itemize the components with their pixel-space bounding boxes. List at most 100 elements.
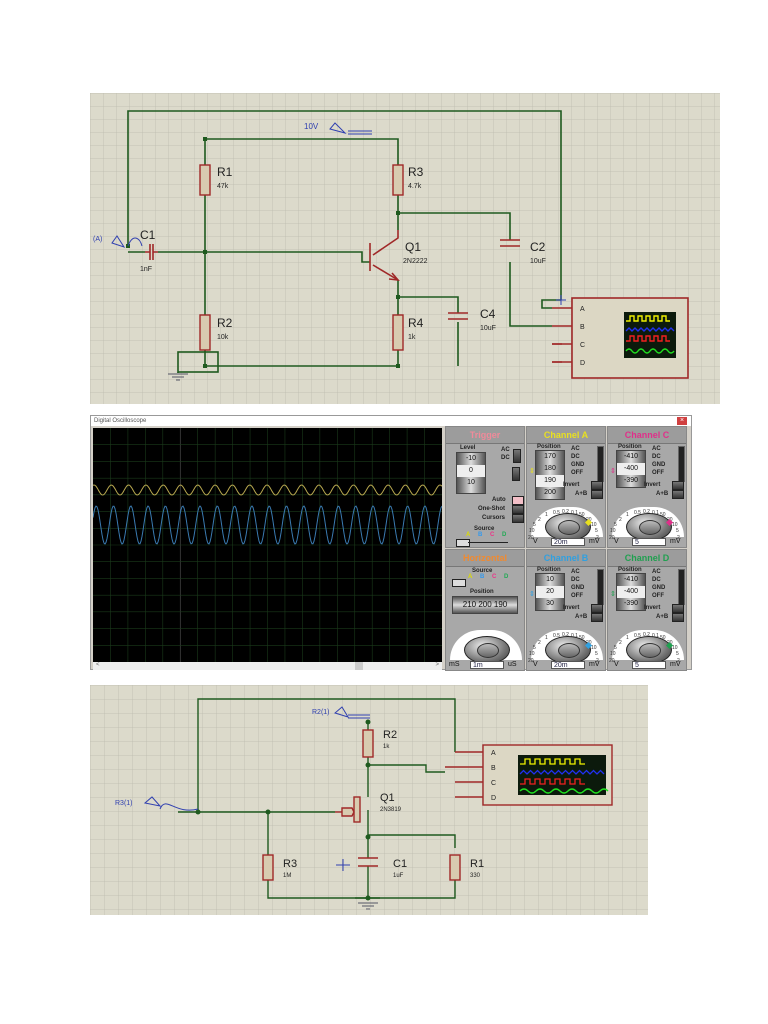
channel-b-panel: Channel B Position 10 20 30 ⇕ AC DC GND OFF I… <box>526 549 606 671</box>
timebase-value[interactable]: 1m <box>470 661 504 669</box>
scroll-thumb[interactable] <box>355 662 363 670</box>
a-plus-b-label: A+B <box>656 614 669 620</box>
unit-right: uS <box>508 661 517 668</box>
invert-button[interactable] <box>591 481 603 490</box>
dial-tick: 10 <box>529 528 535 534</box>
channel-a-panel: Channel A Position 170 180 190 200 ⇕ AC DC GN… <box>526 426 606 548</box>
dial-tick: 5 <box>676 651 679 657</box>
scope-pin-d: D <box>491 795 496 802</box>
r1-ref: R1 <box>470 858 484 870</box>
position-drum[interactable]: 10 20 30 <box>535 573 565 611</box>
drum-value: -410 <box>623 576 638 583</box>
a-plus-b-label: A+B <box>575 491 588 497</box>
volts-knob[interactable] <box>545 636 593 664</box>
channel-c-panel: Channel C Position -410 -400 -390 ⇕ AC DC GN… <box>607 426 687 548</box>
mode-dc: DC <box>652 454 661 460</box>
dial-tick: 2 <box>538 517 541 523</box>
one-shot-button[interactable] <box>512 505 524 514</box>
position-arrows-icon[interactable]: ⇕ <box>610 590 616 598</box>
mode-gnd: GND <box>652 462 666 468</box>
mode-dc: DC <box>571 577 580 583</box>
coupling-slider[interactable] <box>597 446 604 482</box>
document-page: 10V (A) R1 47k R2 10k R3 4.7k R4 1k C1 1… <box>0 0 768 1024</box>
position-arrows-icon[interactable]: ⇕ <box>610 467 616 475</box>
level-drum[interactable]: -10 0 10 <box>456 452 486 494</box>
coupling-slider[interactable] <box>678 569 685 605</box>
volts-value[interactable]: 5 <box>632 661 666 669</box>
source-a: A <box>466 532 471 538</box>
auto-button[interactable] <box>512 496 524 505</box>
oscilloscope-instrument[interactable]: A B C D <box>482 744 613 806</box>
a-plus-b-button[interactable] <box>672 613 684 622</box>
supply-label: R2(1) <box>312 709 330 716</box>
coupling-slider[interactable] <box>678 446 685 482</box>
scroll-right-arrow[interactable]: > <box>435 662 439 668</box>
source-c: C <box>492 574 497 580</box>
drum-value: 0 <box>457 465 485 477</box>
volts-knob[interactable] <box>626 513 674 541</box>
drum-value: 180 <box>544 465 556 472</box>
volts-value[interactable]: 5 <box>632 538 666 546</box>
volts-knob[interactable] <box>545 513 593 541</box>
dial-tick: 5 <box>676 528 679 534</box>
unit-left: V <box>533 538 538 545</box>
unit-left: V <box>614 538 619 545</box>
position-arrows-icon[interactable]: ⇕ <box>529 467 535 475</box>
c1-ref: C1 <box>140 228 156 242</box>
mode-ac: AC <box>571 446 580 452</box>
scope-pin-d: D <box>580 360 585 367</box>
volts-value[interactable]: 20m <box>551 538 585 546</box>
a-plus-b-button[interactable] <box>591 613 603 622</box>
channel-title: Channel C <box>608 427 686 444</box>
position-drum[interactable]: 170 180 190 200 <box>535 450 565 500</box>
a-plus-b-button[interactable] <box>672 490 684 499</box>
coupling-slider[interactable] <box>597 569 604 605</box>
position-drum[interactable]: -410 -400 -390 <box>616 450 646 488</box>
mode-gnd: GND <box>571 462 585 468</box>
c1-ref: C1 <box>393 858 407 870</box>
drum-value: -400 <box>617 586 645 598</box>
drum-value: -390 <box>623 600 638 607</box>
r3-value: 4.7k <box>408 183 422 190</box>
drum-value: -400 <box>617 463 645 475</box>
horizontal-scrollbar[interactable]: < > <box>93 662 442 670</box>
close-button[interactable]: × <box>677 417 687 425</box>
edge-switch[interactable] <box>512 467 520 481</box>
scope-pin-c: C <box>580 342 585 349</box>
invert-label: Invert <box>644 482 661 488</box>
invert-label: Invert <box>644 605 661 611</box>
horizontal-position-drum[interactable]: 210 200 190 <box>452 596 518 614</box>
timebase-knob[interactable] <box>464 636 510 664</box>
cursors-button[interactable] <box>512 514 524 523</box>
r2-value: 10k <box>217 334 229 341</box>
invert-button[interactable] <box>672 604 684 613</box>
position-drum[interactable]: -410 -400 -390 <box>616 573 646 611</box>
volts-knob[interactable] <box>626 636 674 664</box>
dial-tick: 10 <box>529 651 535 657</box>
r2-ref: R2 <box>217 316 233 330</box>
oscilloscope-instrument[interactable]: A B C D <box>552 297 689 379</box>
mode-ac: AC <box>652 569 661 575</box>
mode-off: OFF <box>571 470 583 476</box>
c2-ref: C2 <box>530 240 546 254</box>
position-arrows-icon[interactable]: ⇕ <box>529 590 535 598</box>
mode-gnd: GND <box>571 585 585 591</box>
dial-tick: 1 <box>626 635 629 641</box>
source-slider[interactable] <box>452 579 466 587</box>
coupling-switch[interactable] <box>513 449 521 463</box>
invert-button[interactable] <box>672 481 684 490</box>
horizontal-title: Horizontal <box>446 550 524 567</box>
r3-ref: R3 <box>283 858 297 870</box>
dial-tick: 10 <box>610 528 616 534</box>
horizontal-panel: Horizontal Source A B C D Position 210 2… <box>445 549 525 671</box>
invert-button[interactable] <box>591 604 603 613</box>
input-label: R3(1) <box>115 800 133 807</box>
scroll-left-arrow[interactable]: < <box>96 662 100 668</box>
scope-pin-a: A <box>580 306 585 313</box>
c1-value: 1uF <box>393 873 404 879</box>
scope-pin-b: B <box>491 765 496 772</box>
source-slider[interactable] <box>456 539 470 547</box>
a-plus-b-button[interactable] <box>591 490 603 499</box>
volts-value[interactable]: 20m <box>551 661 585 669</box>
dial-tick: 5 <box>595 528 598 534</box>
